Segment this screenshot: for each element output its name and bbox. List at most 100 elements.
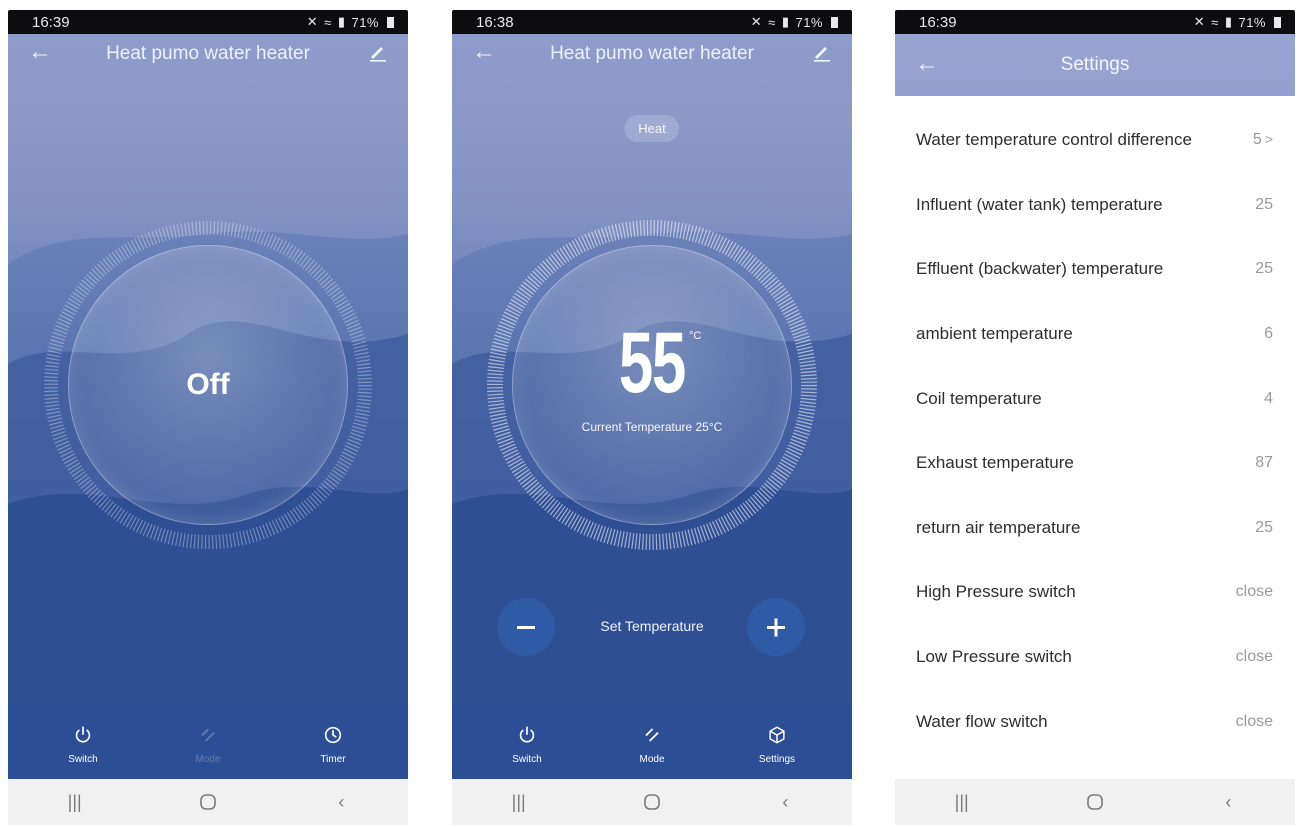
temperature-dial: Off — [43, 220, 373, 550]
page-title: Settings — [1060, 54, 1130, 75]
row-value: 25 — [1255, 195, 1273, 213]
recent-apps-icon[interactable]: ||| — [932, 792, 992, 813]
status-bar: 16:39 ✕ ≈ ▮ 71% — [8, 10, 408, 34]
system-nav-bar: ||| ‹ — [895, 779, 1295, 825]
status-time: 16:39 — [919, 13, 957, 31]
row-value: 25 — [1255, 518, 1273, 536]
settings-row[interactable]: Water temperature control difference 5 > — [895, 108, 1295, 173]
status-time: 16:39 — [32, 13, 70, 31]
system-nav-bar: ||| ‹ — [8, 779, 408, 825]
system-nav-bar: ||| ‹ — [452, 779, 852, 825]
edit-pencil-icon[interactable] — [366, 40, 390, 64]
home-icon[interactable] — [1065, 792, 1125, 812]
tab-switch[interactable]: Switch — [48, 703, 118, 779]
tab-settings[interactable]: Settings — [742, 703, 812, 779]
tab-label: Mode — [639, 753, 665, 765]
plus-icon — [767, 618, 785, 637]
back-arrow-icon[interactable]: ← — [26, 38, 54, 66]
row-label: High Pressure switch — [916, 582, 1076, 602]
row-value-group: 5 > — [1253, 131, 1273, 149]
wifi-icon: ≈ — [324, 14, 332, 30]
back-nav-icon[interactable]: ‹ — [755, 792, 815, 813]
tab-timer[interactable]: Timer — [298, 703, 368, 779]
row-label: Water temperature control difference — [916, 130, 1192, 150]
row-label: Effluent (backwater) temperature — [916, 259, 1164, 279]
row-value: close — [1235, 648, 1273, 666]
cube-icon — [769, 725, 785, 744]
clock-icon — [324, 726, 342, 743]
top-bar: ← Heat pumo water heater — [8, 34, 408, 74]
phone-screen-off: 16:39 ✕ ≈ ▮ 71% ← Heat pumo water heater… — [8, 10, 408, 825]
status-icons: ✕ ≈ ▮ 71% — [1194, 14, 1281, 30]
back-nav-icon[interactable]: ‹ — [311, 792, 371, 813]
bottom-tab-bar: Switch Mode Settings — [452, 703, 852, 779]
battery-icon — [831, 16, 838, 28]
set-temperature-display: 55 °C — [487, 320, 817, 406]
battery-percent: 71% — [1238, 14, 1266, 30]
row-label: Water flow switch — [916, 711, 1048, 731]
settings-row: Low Pressure switch close — [895, 625, 1295, 690]
row-label: Influent (water tank) temperature — [916, 194, 1163, 214]
row-value: 4 — [1264, 389, 1273, 407]
row-label: ambient temperature — [916, 324, 1073, 344]
page-title: Heat pumo water heater — [106, 43, 310, 64]
temperature-dial[interactable]: 55 °C Current Temperature 25°C — [487, 220, 817, 550]
power-icon — [519, 725, 535, 742]
tab-mode[interactable]: Mode — [617, 703, 687, 779]
home-icon[interactable] — [178, 792, 238, 812]
tab-label: Mode — [195, 753, 221, 765]
power-icon — [75, 725, 91, 742]
back-nav-icon[interactable]: ‹ — [1198, 792, 1258, 813]
row-value: 5 — [1252, 131, 1262, 149]
chevron-right-icon: > — [1264, 131, 1273, 148]
phone-screen-heat: 16:38 ✕ ≈ ▮ 71% ← Heat pumo water heater… — [452, 10, 852, 825]
status-time: 16:38 — [476, 13, 514, 31]
settings-row: Exhaust temperature 87 — [895, 431, 1295, 496]
signal-icon: ▮ — [1224, 14, 1233, 29]
battery-icon — [387, 16, 394, 28]
settings-row: Coil temperature 4 — [895, 366, 1295, 431]
home-icon[interactable] — [622, 792, 682, 812]
back-arrow-icon[interactable]: ← — [913, 50, 941, 78]
row-label: Low Pressure switch — [916, 647, 1072, 667]
recent-apps-icon[interactable]: ||| — [45, 792, 105, 813]
settings-row: Effluent (backwater) temperature 25 — [895, 237, 1295, 302]
bottom-tab-bar: Switch Mode Timer — [8, 703, 408, 779]
row-value: 87 — [1255, 454, 1273, 472]
recent-apps-icon[interactable]: ||| — [489, 792, 549, 813]
signal-icon: ▮ — [781, 14, 790, 29]
battery-icon — [1274, 16, 1281, 28]
increase-temperature-button[interactable] — [747, 598, 805, 656]
row-label: Exhaust temperature — [916, 453, 1074, 473]
tab-label: Switch — [68, 753, 98, 765]
set-temperature-value: 55 — [618, 315, 686, 411]
row-value: 25 — [1255, 260, 1273, 278]
tab-label: Settings — [758, 753, 796, 765]
top-bar: ← Settings — [895, 34, 1295, 96]
top-bar: ← Heat pumo water heater — [452, 34, 852, 74]
signal-icon: ▮ — [337, 14, 346, 29]
settings-row: Influent (water tank) temperature 25 — [895, 173, 1295, 238]
tab-label: Switch — [512, 753, 542, 765]
mute-icon: ✕ — [750, 14, 763, 29]
mode-icon — [645, 728, 659, 741]
battery-percent: 71% — [795, 14, 823, 30]
settings-row: High Pressure switch close — [895, 560, 1295, 625]
row-value: close — [1235, 583, 1273, 601]
status-icons: ✕ ≈ ▮ 71% — [751, 14, 838, 30]
tab-mode[interactable]: Mode — [173, 703, 243, 779]
tab-switch[interactable]: Switch — [492, 703, 562, 779]
temperature-unit: °C — [689, 330, 702, 342]
tab-label: Timer — [320, 753, 346, 765]
status-bar: 16:39 ✕ ≈ ▮ 71% — [895, 10, 1295, 34]
mute-icon: ✕ — [1193, 14, 1206, 29]
edit-pencil-icon[interactable] — [810, 40, 834, 64]
row-value: close — [1235, 712, 1273, 730]
phone-screen-settings: 16:39 ✕ ≈ ▮ 71% ← Settings Water tempera… — [895, 10, 1295, 825]
back-arrow-icon[interactable]: ← — [470, 38, 498, 66]
power-state-label: Off — [186, 368, 230, 401]
wifi-icon: ≈ — [768, 14, 776, 30]
settings-list: Water temperature control difference 5 > … — [895, 108, 1295, 754]
current-temperature-label: Current Temperature 25°C — [581, 420, 723, 434]
page-title: Heat pumo water heater — [550, 43, 754, 64]
